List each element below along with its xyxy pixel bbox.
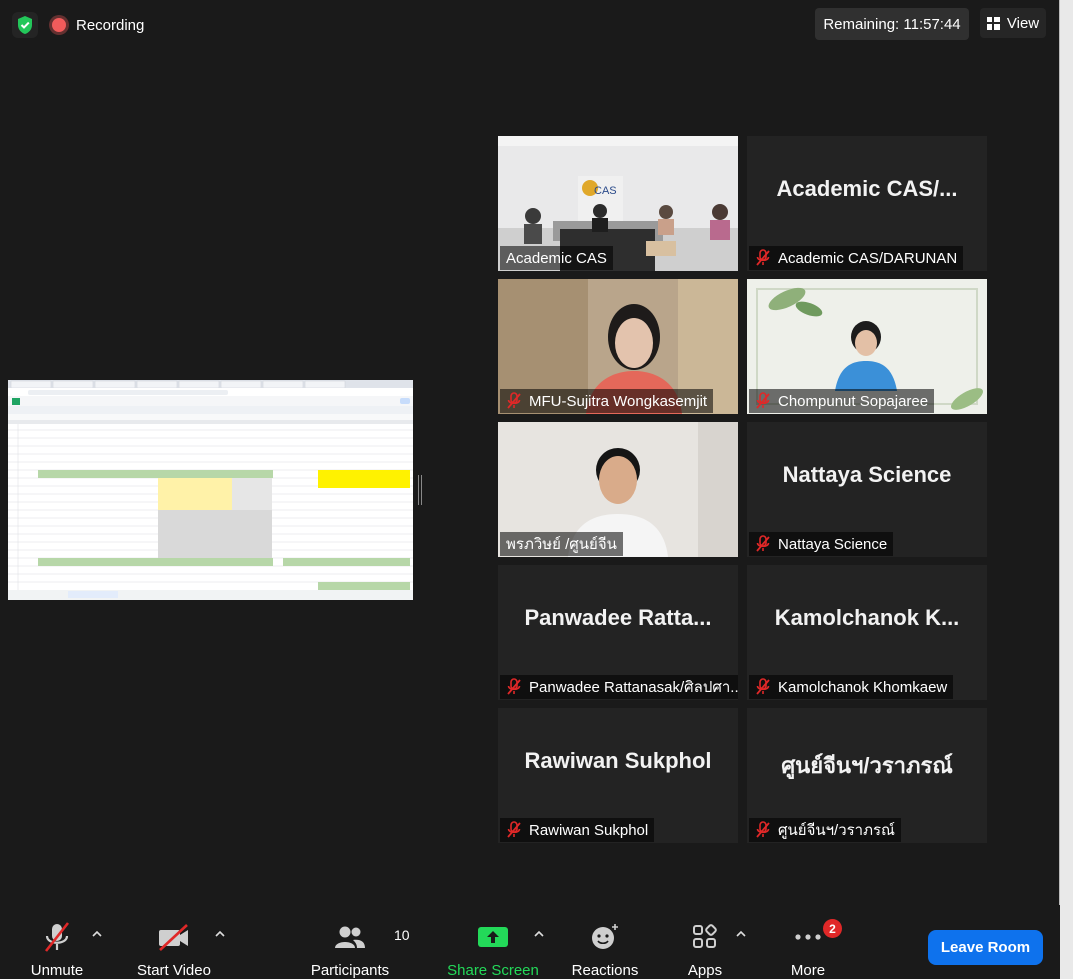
participant-tile[interactable]: Nattaya Science Nattaya Science: [747, 422, 987, 557]
participant-name-label: พรภวิษย์ /ศูนย์จีน: [500, 532, 623, 556]
share-screen-button[interactable]: Share Screen: [447, 905, 539, 979]
participant-display-name: Academic CAS/...: [776, 176, 958, 201]
more-label: More: [790, 962, 826, 979]
chevron-up-icon[interactable]: [534, 929, 544, 939]
notification-badge: 2: [823, 919, 842, 938]
unmute-label: Unmute: [30, 962, 84, 979]
participant-name-label: MFU-Sujitra Wongkasemjit: [500, 389, 714, 413]
grid-view-icon: [986, 16, 1000, 30]
participant-tile[interactable]: พรภวิษย์ /ศูนย์จีน: [498, 422, 738, 557]
participants-count: 10: [394, 927, 410, 943]
chevron-up-icon[interactable]: [215, 929, 225, 939]
participant-tile[interactable]: CAS Academic CAS: [498, 136, 738, 271]
recording-dot-icon: [52, 18, 66, 32]
participants-icon: [335, 926, 365, 948]
more-dots-icon: [795, 933, 821, 940]
participant-name-label: Academic CAS/DARUNAN: [749, 246, 964, 270]
panel-resize-handle[interactable]: [418, 475, 423, 505]
mic-muted-icon: [507, 392, 521, 409]
participant-name-label: Chompunut Sopajaree: [749, 389, 935, 413]
participant-name-label: Academic CAS: [500, 246, 613, 270]
participant-tile[interactable]: ศูนย์จีนฯ/วราภรณ์ ศูนย์จีนฯ/วราภรณ์: [747, 708, 987, 843]
participant-name-label: Panwadee Rattanasak/ศิลปศา...: [500, 675, 738, 699]
recording-indicator[interactable]: Recording: [52, 12, 144, 38]
mic-muted-icon: [756, 678, 770, 695]
view-button[interactable]: View: [980, 8, 1046, 38]
participant-tile[interactable]: Chompunut Sopajaree: [747, 279, 987, 414]
participant-tile[interactable]: MFU-Sujitra Wongkasemjit: [498, 279, 738, 414]
participant-tile[interactable]: Panwadee Ratta... Panwadee Rattanasak/ศิ…: [498, 565, 738, 700]
start-video-label: Start Video: [137, 962, 211, 979]
apps-label: Apps: [687, 962, 723, 979]
mic-muted-icon: [507, 821, 521, 838]
leave-room-button[interactable]: Leave Room: [928, 930, 1043, 965]
view-label: View: [1006, 14, 1040, 32]
chevron-up-icon[interactable]: [736, 929, 746, 939]
mic-muted-icon: [756, 821, 770, 838]
shared-screen[interactable]: [8, 380, 413, 600]
participant-display-name: Nattaya Science: [782, 462, 952, 487]
start-video-button[interactable]: Start Video: [134, 905, 214, 979]
participants-button[interactable]: 10 Participants: [308, 905, 410, 979]
mic-muted-icon: [507, 678, 521, 695]
window-edge: [1059, 0, 1073, 979]
participants-label: Participants: [310, 962, 390, 979]
mic-muted-icon: [756, 535, 770, 552]
security-shield-icon[interactable]: [12, 12, 38, 38]
reactions-label: Reactions: [571, 962, 639, 979]
spreadsheet-thumbnail: [8, 380, 413, 600]
participant-tile[interactable]: Kamolchanok K... Kamolchanok Khomkaew: [747, 565, 987, 700]
participant-name-label: ศูนย์จีนฯ/วราภรณ์: [749, 818, 901, 842]
participant-tile[interactable]: Rawiwan Sukphol Rawiwan Sukphol: [498, 708, 738, 843]
more-button[interactable]: More: [787, 905, 829, 979]
meeting-toolbar: Unmute Start Video 10 Participants Share…: [0, 905, 1060, 979]
remaining-time: Remaining: 11:57:44: [815, 8, 969, 40]
reactions-button[interactable]: Reactions: [570, 905, 640, 979]
participant-display-name: Kamolchanok K...: [774, 605, 960, 630]
mic-muted-icon: [756, 249, 770, 266]
chevron-up-icon[interactable]: [92, 929, 102, 939]
participant-tile[interactable]: Academic CAS/... Academic CAS/DARUNAN: [747, 136, 987, 271]
participant-display-name: Rawiwan Sukphol: [524, 748, 712, 773]
unmute-button[interactable]: Unmute: [26, 905, 88, 979]
share-screen-label: Share Screen: [447, 962, 539, 979]
svg-text:CAS: CAS: [594, 185, 617, 197]
reactions-emoji-icon: [592, 923, 618, 949]
participant-display-name: ศูนย์จีนฯ/วราภรณ์: [781, 753, 953, 778]
participant-name-label: Nattaya Science: [749, 532, 894, 556]
participant-display-name: Panwadee Ratta...: [524, 605, 712, 630]
apps-button[interactable]: Apps: [685, 905, 725, 979]
participant-name-label: Kamolchanok Khomkaew: [749, 675, 954, 699]
apps-icon: [693, 923, 717, 948]
recording-label: Recording: [76, 16, 145, 34]
mic-muted-icon: [44, 921, 70, 952]
video-off-icon: [159, 923, 188, 951]
share-screen-icon: [478, 926, 508, 947]
participant-name-label: Rawiwan Sukphol: [500, 818, 655, 842]
mic-muted-icon: [756, 392, 770, 409]
